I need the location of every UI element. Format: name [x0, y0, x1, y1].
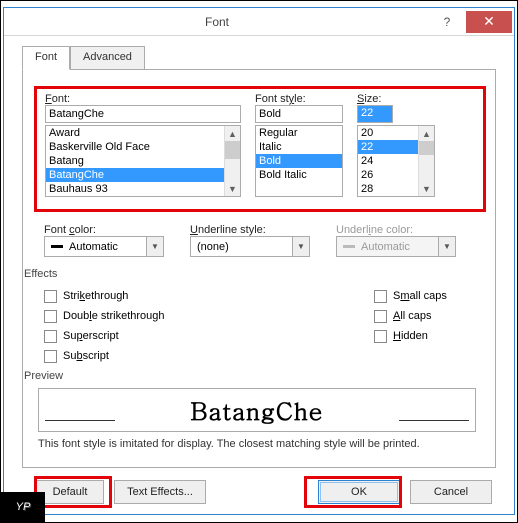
- size-label: Size:: [357, 93, 441, 105]
- superscript-checkbox[interactable]: Superscript: [44, 326, 165, 346]
- effects-left-column: Strikethrough Double strikethrough Super…: [44, 286, 165, 366]
- style-listbox[interactable]: Regular Italic Bold Bold Italic: [255, 125, 343, 197]
- preview-box: BatangChe: [38, 388, 476, 432]
- all-caps-checkbox[interactable]: All caps: [374, 306, 447, 326]
- font-dialog: Font ? ✕ Font Advanced Font: Award Baske…: [3, 7, 515, 515]
- preview-text: BatangChe: [191, 393, 324, 427]
- subscript-checkbox[interactable]: Subscript: [44, 346, 165, 366]
- titlebar: Font ? ✕: [4, 8, 514, 36]
- list-item[interactable]: BatangChe: [46, 168, 240, 182]
- list-item[interactable]: Batang: [46, 154, 240, 168]
- style-label: Font style:: [255, 93, 347, 105]
- list-item[interactable]: Bold Italic: [256, 168, 342, 182]
- font-listbox[interactable]: Award Baskerville Old Face Batang Batang…: [45, 125, 241, 197]
- underline-style-select[interactable]: (none) ▼: [190, 236, 310, 257]
- underline-color-label: Underline color:: [336, 224, 456, 236]
- small-caps-checkbox[interactable]: Small caps: [374, 286, 447, 306]
- underline-style-value: (none): [191, 241, 292, 253]
- color-swatch-icon: [343, 245, 355, 248]
- list-item[interactable]: Regular: [256, 126, 342, 140]
- help-button[interactable]: ?: [432, 11, 462, 33]
- font-color-label: Font color:: [44, 224, 164, 236]
- highlight-default-button: [34, 476, 112, 508]
- scroll-thumb[interactable]: [225, 141, 240, 159]
- tab-font[interactable]: Font: [22, 46, 70, 70]
- underline-style-label: Underline style:: [190, 224, 310, 236]
- hidden-checkbox[interactable]: Hidden: [374, 326, 447, 346]
- list-item[interactable]: Bold: [256, 154, 342, 168]
- style-input[interactable]: [255, 105, 343, 123]
- close-button[interactable]: ✕: [466, 11, 512, 33]
- scroll-up-icon[interactable]: ▲: [419, 126, 434, 141]
- scroll-down-icon[interactable]: ▼: [419, 181, 434, 196]
- text-effects-button[interactable]: Text Effects...: [114, 480, 206, 504]
- underline-color-value: Automatic: [355, 241, 438, 253]
- list-item[interactable]: Baskerville Old Face: [46, 140, 240, 154]
- strikethrough-checkbox[interactable]: Strikethrough: [44, 286, 165, 306]
- highlight-ok-button: [304, 476, 402, 508]
- effects-label: Effects: [24, 268, 57, 280]
- scrollbar[interactable]: ▲ ▼: [418, 126, 434, 196]
- underline-color-select: Automatic ▼: [336, 236, 456, 257]
- chevron-down-icon[interactable]: ▼: [146, 237, 163, 256]
- size-listbox[interactable]: 20 22 24 26 28 ▲ ▼: [357, 125, 435, 197]
- font-label: Font:: [45, 93, 245, 105]
- list-item[interactable]: Italic: [256, 140, 342, 154]
- chevron-down-icon: ▼: [438, 237, 455, 256]
- preview-label: Preview: [24, 370, 63, 382]
- tab-advanced[interactable]: Advanced: [70, 46, 145, 70]
- cancel-button[interactable]: Cancel: [410, 480, 492, 504]
- font-color-value: Automatic: [63, 241, 146, 253]
- scroll-down-icon[interactable]: ▼: [225, 181, 240, 196]
- list-item[interactable]: Award: [46, 126, 240, 140]
- window-title: Font: [4, 15, 430, 29]
- scrollbar[interactable]: ▲ ▼: [224, 126, 240, 196]
- color-swatch-icon: [51, 245, 63, 248]
- preview-note: This font style is imitated for display.…: [38, 438, 480, 450]
- highlight-font-group: Font: Award Baskerville Old Face Batang …: [34, 86, 486, 212]
- scroll-thumb[interactable]: [419, 141, 434, 155]
- chevron-down-icon[interactable]: ▼: [292, 237, 309, 256]
- watermark-logo: YP: [1, 492, 45, 522]
- scroll-up-icon[interactable]: ▲: [225, 126, 240, 141]
- double-strikethrough-checkbox[interactable]: Double strikethrough: [44, 306, 165, 326]
- effects-right-column: Small caps All caps Hidden: [374, 286, 447, 346]
- font-input[interactable]: [45, 105, 241, 123]
- list-item[interactable]: Bauhaus 93: [46, 182, 240, 196]
- font-color-select[interactable]: Automatic ▼: [44, 236, 164, 257]
- size-input[interactable]: 22: [357, 105, 393, 123]
